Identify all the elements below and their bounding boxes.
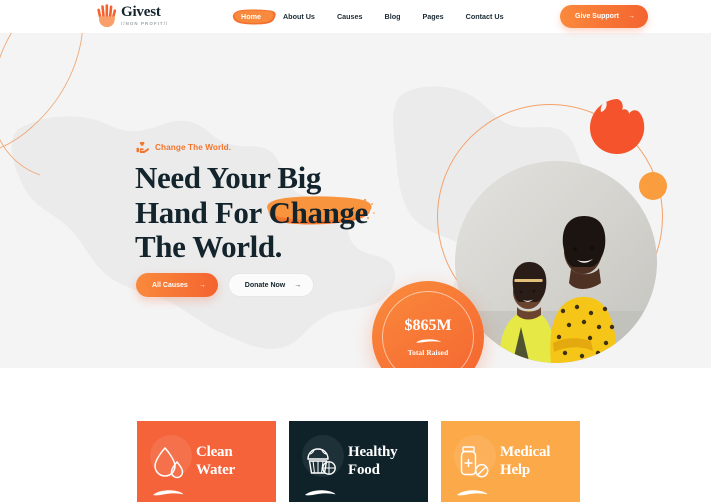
main-navigation: Home About Us Causes Blog Pages Contact … — [230, 0, 515, 33]
brand-text-block: Givest //NON PROFIT// — [121, 4, 168, 26]
service-card-title-line2: Food — [348, 461, 380, 478]
white-brush-stroke-icon — [457, 490, 488, 496]
nav-item-causes[interactable]: Causes — [326, 6, 374, 27]
nav-item-pages[interactable]: Pages — [411, 6, 454, 27]
give-support-label: Give Support — [575, 13, 619, 20]
service-card-medical-help[interactable]: Medical Help — [441, 421, 580, 502]
donate-now-label: Donate Now — [244, 281, 286, 289]
service-card-title: Medical Help — [500, 444, 550, 478]
orange-small-circle — [639, 172, 667, 200]
white-brush-stroke-icon — [415, 338, 441, 343]
arrow-right-icon: → — [294, 281, 302, 289]
brand-tagline: //NON PROFIT// — [121, 20, 169, 26]
nav-label-about-us: About Us — [282, 12, 315, 21]
orange-blob-shape — [590, 99, 645, 154]
nav-item-blog[interactable]: Blog — [374, 6, 412, 27]
headline-line-3-text: The World. — [135, 229, 283, 265]
nav-item-home[interactable]: Home — [230, 6, 276, 27]
all-causes-button[interactable]: All Causes → — [136, 273, 218, 297]
donate-now-button[interactable]: Donate Now → — [227, 273, 315, 297]
brand-name: Givest — [121, 3, 161, 20]
headline-line-2-prefix: Hand For — [135, 194, 269, 230]
hero-photo — [455, 161, 657, 363]
page-root: Givest //NON PROFIT// Home About Us Caus… — [0, 0, 711, 502]
service-card-title-line1: Healthy — [348, 444, 398, 461]
brand-logo[interactable]: Givest //NON PROFIT// — [97, 2, 168, 28]
service-card-title: Clean Water — [196, 444, 235, 478]
hero-headline: Need Your Big Hand For Change The World. — [135, 160, 425, 265]
arrow-right-icon: → — [198, 281, 206, 289]
hero-section: Change The World. Need Your Big Hand For — [0, 33, 711, 368]
food-basket-icon — [303, 442, 339, 482]
hand-heart-icon — [136, 141, 149, 154]
service-card-title-line1: Clean — [196, 444, 233, 461]
nav-label-pages: Pages — [422, 12, 444, 21]
headline-line-3: The World. — [135, 230, 425, 265]
headline-line-1: Need Your Big — [135, 160, 425, 196]
headline-accent-text: Change — [268, 194, 369, 230]
nav-label-home: Home — [241, 12, 261, 21]
hero-eyebrow: Change The World. — [136, 141, 231, 154]
nav-label-blog: Blog — [384, 12, 401, 21]
hero-eyebrow-label: Change The World. — [155, 143, 232, 152]
nav-label-causes: Causes — [336, 12, 363, 21]
nav-item-about-us[interactable]: About Us — [272, 6, 326, 27]
arrow-right-icon: → — [628, 13, 635, 20]
headline-line-1-text: Need Your Big — [135, 160, 321, 195]
hero-photo-illustration — [455, 161, 657, 363]
headline-accent-word: Change — [266, 194, 375, 231]
service-card-clean-water[interactable]: Clean Water — [137, 421, 276, 502]
service-card-title-line2: Help — [500, 461, 531, 478]
white-brush-stroke-icon — [305, 490, 336, 496]
service-card-healthy-food[interactable]: Healthy Food — [289, 421, 428, 502]
medicine-bottle-icon — [455, 442, 491, 482]
white-brush-stroke-icon — [153, 490, 184, 496]
headline-line-2: Hand For Change — [135, 194, 425, 231]
all-causes-label: All Causes — [152, 281, 188, 289]
hero-cta-row: All Causes → Donate Now → — [136, 273, 315, 297]
total-raised-inner-ring: $865M Total Raised — [382, 291, 474, 368]
nav-label-contact-us: Contact Us — [465, 12, 504, 21]
service-card-title-line2: Water — [196, 461, 235, 478]
water-drop-icon — [151, 442, 187, 482]
service-card-title: Healthy Food — [348, 444, 398, 478]
service-card-title-line1: Medical — [500, 444, 551, 461]
site-header: Givest //NON PROFIT// Home About Us Caus… — [0, 0, 711, 33]
service-cards: Clean Water Healthy Food Medical Help — [137, 421, 580, 502]
nav-item-contact-us[interactable]: Contact Us — [455, 6, 515, 27]
open-hand-icon — [97, 2, 117, 28]
total-raised-amount: $865M — [404, 316, 452, 334]
give-support-button[interactable]: Give Support → — [560, 5, 648, 28]
total-raised-label: Total Raised — [407, 347, 449, 357]
